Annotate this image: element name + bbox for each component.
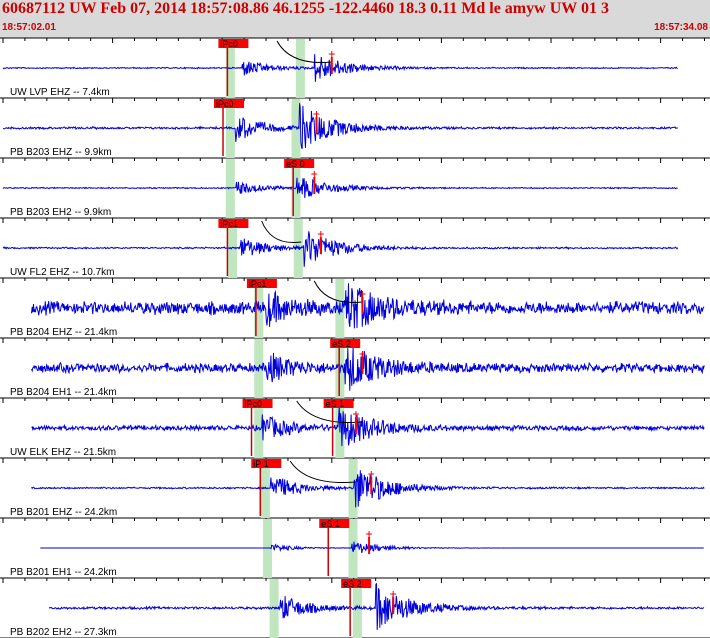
pick-label: eS 2 <box>343 579 362 589</box>
station-label: PB B203 EH2 -- 9.9km <box>10 207 111 218</box>
amplitude-marker <box>366 531 373 537</box>
waveform-trace <box>31 405 705 447</box>
waveform-trace <box>31 470 705 508</box>
pick-label: iPc0 <box>220 39 238 49</box>
station-label: PB B201 EH1 -- 24.2km <box>10 567 117 578</box>
amplitude-marker <box>368 471 375 477</box>
amplitude-marker <box>317 231 324 237</box>
pick-label: eS 1 <box>326 399 345 409</box>
pick-label: iPc0 <box>245 399 263 409</box>
station-label: UW LVP EHZ -- 7.4km <box>10 87 110 98</box>
amplitude-marker <box>311 171 318 177</box>
station-label: PB B204 EHZ -- 21.4km <box>10 327 117 338</box>
pick-label: eS 2 <box>332 339 351 349</box>
pick-label: iPc1 <box>220 219 238 229</box>
station-label: PB B203 EHZ -- 9.9km <box>10 147 112 158</box>
waveform-trace <box>31 283 705 329</box>
waveform-trace <box>31 346 705 391</box>
waveform-trace <box>2 54 678 82</box>
pick-label: iP 1 <box>253 459 268 469</box>
pick-label: iPc0 <box>216 99 234 109</box>
station-label: PB B204 EH1 -- 21.4km <box>10 387 117 398</box>
phase-window <box>225 159 235 218</box>
station-label: UW ELK EHZ -- 21.5km <box>10 447 116 458</box>
amplitude-marker <box>313 111 320 117</box>
waveform-trace <box>2 231 679 267</box>
moveout-curve <box>289 460 356 484</box>
station-label: PB B201 EHZ -- 24.2km <box>10 507 117 518</box>
pick-label: eS 1 <box>321 519 340 529</box>
amplitude-marker <box>390 591 397 597</box>
waveform-trace <box>40 541 704 554</box>
pick-label: iPc1 <box>249 279 267 289</box>
waveform-trace <box>2 103 678 150</box>
station-label: UW FL2 EHZ -- 10.7km <box>10 267 114 278</box>
amplitude-marker <box>328 51 335 57</box>
seismogram-plot: iPc0 UW LVP EHZ -- 7.4km iPc0 PB B203 EHZ -… <box>0 37 710 638</box>
amplitude-marker <box>352 411 359 417</box>
waveform-trace <box>2 177 678 199</box>
pick-label: eS 0 <box>286 159 305 169</box>
waveform-trace <box>48 582 705 630</box>
station-label: PB B202 EH2 -- 27.3km <box>10 627 117 638</box>
